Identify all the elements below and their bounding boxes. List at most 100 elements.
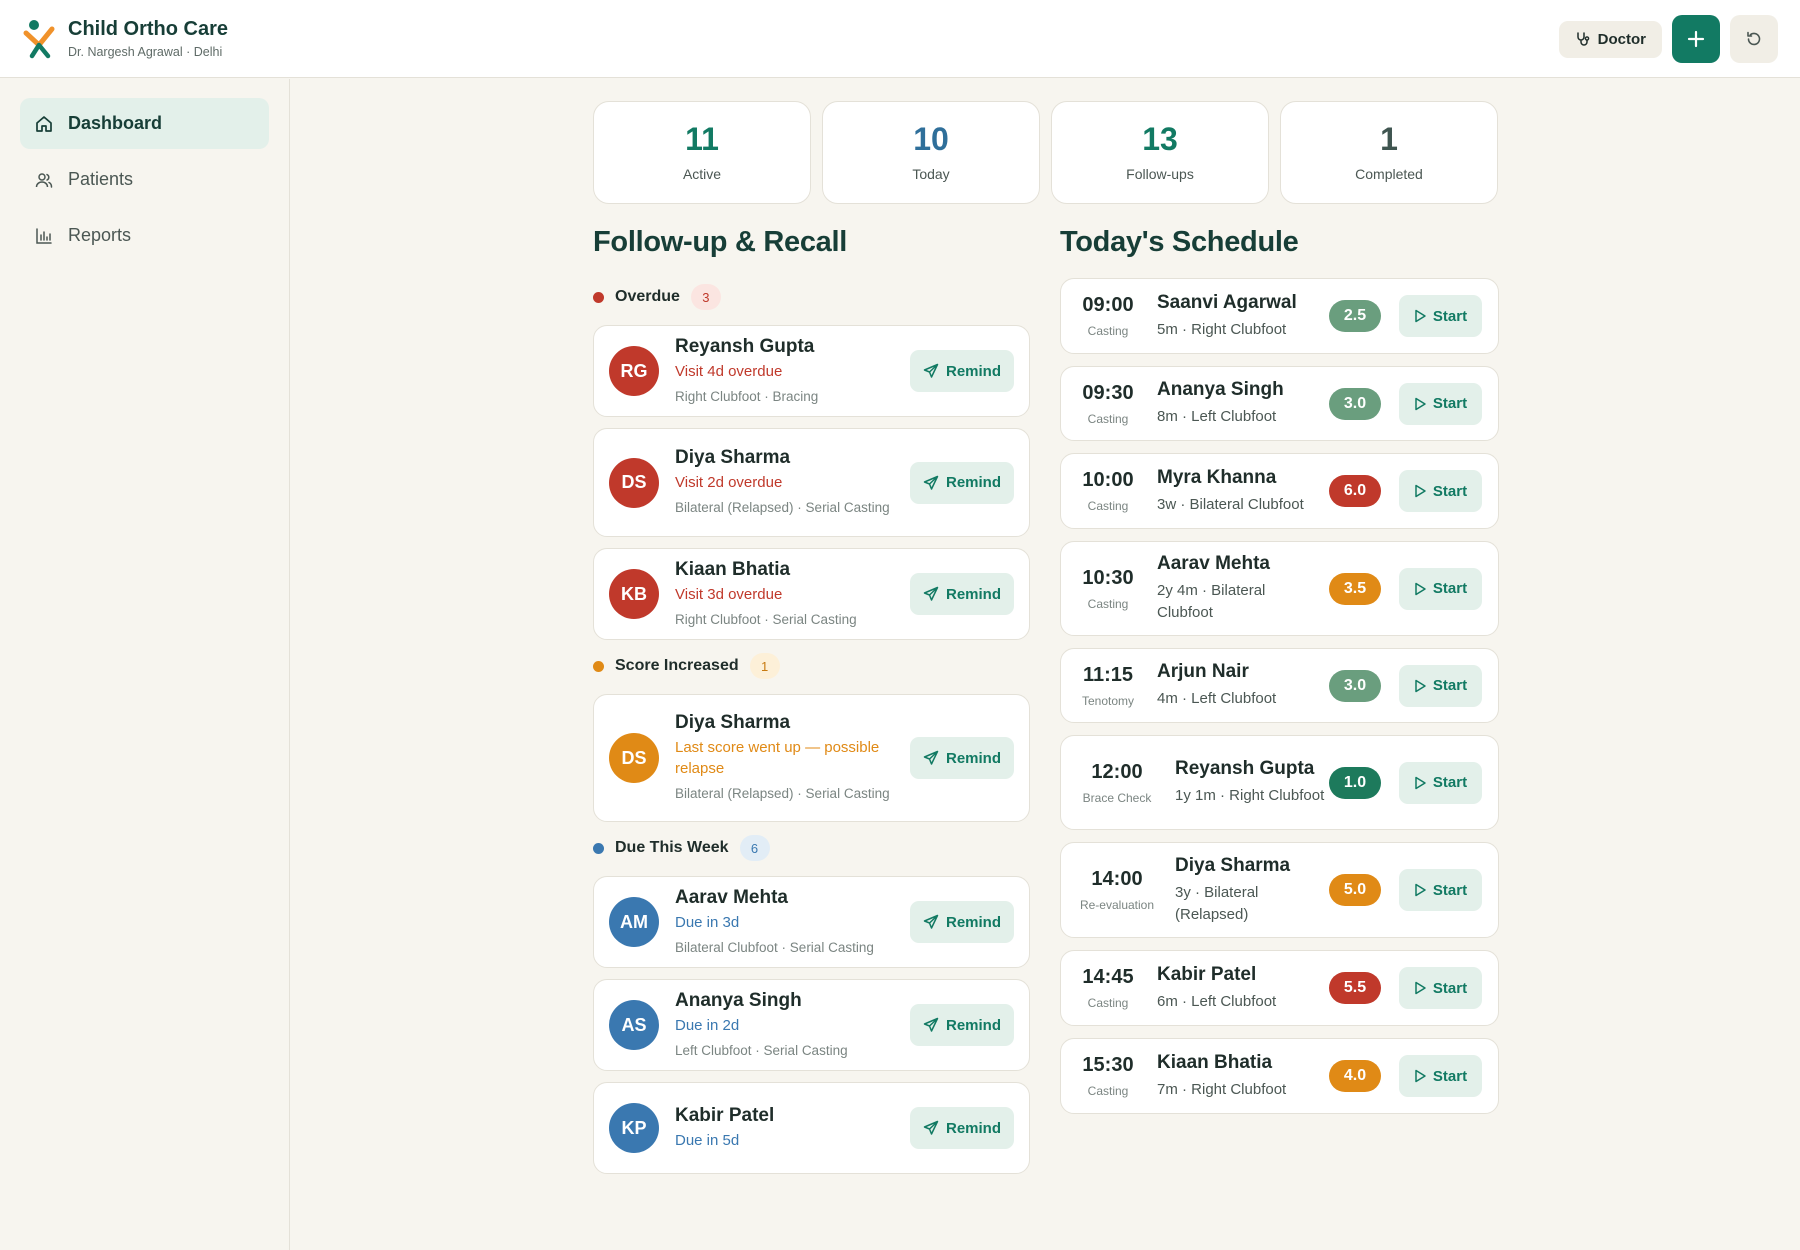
- remind-button[interactable]: Remind: [910, 573, 1014, 615]
- schedule-card[interactable]: 14:45 Casting Kabir Patel 6m · Left Clubfoo…: [1060, 950, 1499, 1026]
- time-label: 09:00: [1082, 294, 1134, 316]
- appointment-type: Casting: [1087, 324, 1129, 338]
- score-badge: 2.5: [1329, 300, 1381, 332]
- play-icon: [1414, 484, 1427, 498]
- add-button[interactable]: [1672, 15, 1720, 63]
- followup-status: Visit 2d overdue: [675, 474, 783, 491]
- patient-detail: 3w · Bilateral Clubfoot: [1157, 495, 1304, 513]
- remind-label: Remind: [945, 1016, 1001, 1034]
- send-icon: [923, 914, 939, 930]
- patient-info: Ananya Singh 8m · Left Clubfoot: [1157, 379, 1312, 428]
- remind-button[interactable]: Remind: [910, 901, 1014, 943]
- start-button[interactable]: Start: [1399, 295, 1482, 337]
- followup-card[interactable]: DS Diya Sharma Visit 2d overdue Bilateral (…: [593, 428, 1030, 537]
- followup-card[interactable]: KB Kiaan Bhatia Visit 3d overdue Right Club…: [593, 548, 1030, 640]
- followup-group-header: Overdue 3: [593, 282, 1030, 312]
- time-label: 10:30: [1082, 566, 1134, 589]
- followup-status: Due in 3d: [675, 913, 740, 931]
- sidebar-item-patients[interactable]: Patients: [20, 154, 269, 205]
- patient-detail: 7m · Right Clubfoot: [1157, 1080, 1287, 1098]
- followup-card[interactable]: DS Diya Sharma Last score went up — possib…: [593, 694, 1030, 822]
- schedule-card[interactable]: 10:30 Casting Aarav Mehta 2y 4m · Bilateral…: [1060, 541, 1499, 636]
- play-icon: [1414, 776, 1427, 790]
- stat-card: 10 Today: [822, 101, 1040, 204]
- sidebar: Dashboard Patients Reports: [0, 79, 290, 1250]
- send-icon: [923, 1120, 939, 1136]
- remind-button[interactable]: Remind: [910, 1004, 1014, 1046]
- patient-diagnosis: Bilateral Clubfoot · Serial Casting: [675, 939, 874, 955]
- remind-button[interactable]: Remind: [910, 737, 1014, 779]
- patient-name: Diya Sharma: [1175, 854, 1291, 876]
- schedule-card[interactable]: 09:00 Casting Saanvi Agarwal 5m · Right Clu…: [1060, 278, 1499, 354]
- sidebar-item-dashboard[interactable]: Dashboard: [20, 98, 269, 149]
- avatar: DS: [609, 733, 659, 783]
- patient-name: Aarav Mehta: [1157, 553, 1270, 574]
- followup-card[interactable]: RG Reyansh Gupta Visit 4d overdue Right Clu…: [593, 325, 1030, 417]
- appointment-type: Brace Check: [1082, 790, 1152, 805]
- start-button[interactable]: Start: [1399, 664, 1482, 707]
- start-label: Start: [1432, 881, 1468, 899]
- avatar: AS: [609, 1000, 659, 1050]
- patient-info: Diya Sharma Last score went up — possible…: [675, 712, 900, 804]
- patient-detail: 4m · Left Clubfoot: [1157, 690, 1277, 707]
- stat-label: Today: [912, 166, 950, 182]
- group-title: Score Increased: [615, 657, 739, 674]
- schedule-card[interactable]: 10:00 Casting Myra Khanna 3w · Bilateral Cl…: [1060, 453, 1499, 529]
- remind-label: Remind: [945, 585, 1001, 603]
- play-icon: [1414, 582, 1427, 596]
- patient-name: Ananya Singh: [1157, 379, 1284, 400]
- start-label: Start: [1432, 482, 1468, 500]
- avatar: RG: [609, 346, 659, 396]
- start-button[interactable]: Start: [1399, 382, 1482, 425]
- remind-label: Remind: [945, 474, 1001, 491]
- stat-card: 11 Active: [593, 101, 811, 204]
- patient-info: Reyansh Gupta 1y 1m · Right Clubfoot: [1175, 758, 1330, 807]
- doctor-role-button[interactable]: Doctor: [1558, 20, 1662, 58]
- patient-detail: 6m · Left Clubfoot: [1157, 992, 1277, 1010]
- stat-card: 1 Completed: [1280, 101, 1498, 204]
- patient-info: Kiaan Bhatia Visit 3d overdue Right Clubfo…: [675, 559, 900, 630]
- schedule-card[interactable]: 11:15 Tenotomy Arjun Nair 4m · Left Clubfoo…: [1060, 648, 1499, 723]
- stat-label: Follow-ups: [1126, 166, 1194, 182]
- followup-group-header: Due This Week 6: [593, 833, 1030, 863]
- schedule-card[interactable]: 12:00 Brace Check Reyansh Gupta 1y 1m · Rig…: [1060, 735, 1499, 830]
- start-label: Start: [1432, 774, 1468, 791]
- schedule-card[interactable]: 14:00 Re-evaluation Diya Sharma 3y · Bilate…: [1060, 842, 1499, 938]
- followup-status: Visit 4d overdue: [675, 362, 783, 380]
- start-button[interactable]: Start: [1399, 869, 1482, 911]
- sidebar-item-reports[interactable]: Reports: [20, 210, 269, 261]
- refresh-button[interactable]: [1730, 15, 1778, 63]
- followup-status: Last score went up — possible relapse: [675, 739, 880, 777]
- followup-card[interactable]: KP Kabir Patel Due in 5d Remind: [593, 1082, 1030, 1174]
- schedule-card[interactable]: 15:30 Casting Kiaan Bhatia 7m · Right Clubf…: [1060, 1038, 1499, 1114]
- avatar: KP: [609, 1103, 659, 1153]
- remind-label: Remind: [945, 1119, 1001, 1137]
- remind-button[interactable]: Remind: [910, 1107, 1014, 1149]
- group-title: Due This Week: [615, 839, 729, 856]
- patient-name: Diya Sharma: [675, 712, 791, 733]
- start-button[interactable]: Start: [1399, 470, 1482, 512]
- stat-label: Completed: [1355, 166, 1423, 182]
- followup-card[interactable]: AS Ananya Singh Due in 2d Left Clubfoot · S…: [593, 979, 1030, 1071]
- followup-card[interactable]: AM Aarav Mehta Due in 3d Bilateral Clubfoot…: [593, 876, 1030, 968]
- appointment-time: 09:30 Casting: [1061, 382, 1155, 426]
- remind-button[interactable]: Remind: [910, 461, 1014, 504]
- sidebar-item-label: Patients: [68, 169, 134, 189]
- patient-info: Saanvi Agarwal 5m · Right Clubfoot: [1157, 292, 1312, 341]
- appointment-type: Casting: [1087, 411, 1129, 426]
- time-label: 09:30: [1082, 381, 1134, 404]
- start-button[interactable]: Start: [1399, 761, 1482, 804]
- start-button[interactable]: Start: [1399, 1055, 1482, 1097]
- start-button[interactable]: Start: [1399, 967, 1482, 1009]
- app-title: Child Ortho Care: [68, 18, 229, 40]
- remind-label: Remind: [945, 749, 1001, 767]
- send-icon: [923, 750, 939, 766]
- score-badge: 5.0: [1329, 874, 1381, 906]
- send-icon: [923, 1017, 939, 1033]
- patient-info: Aarav Mehta Due in 3d Bilateral Clubfoot ·…: [675, 887, 900, 958]
- patient-name: Arjun Nair: [1157, 661, 1249, 682]
- schedule-card[interactable]: 09:30 Casting Ananya Singh 8m · Left Clubfo…: [1060, 366, 1499, 441]
- start-button[interactable]: Start: [1399, 567, 1482, 610]
- remind-button[interactable]: Remind: [910, 350, 1014, 392]
- patient-name: Reyansh Gupta: [675, 335, 815, 357]
